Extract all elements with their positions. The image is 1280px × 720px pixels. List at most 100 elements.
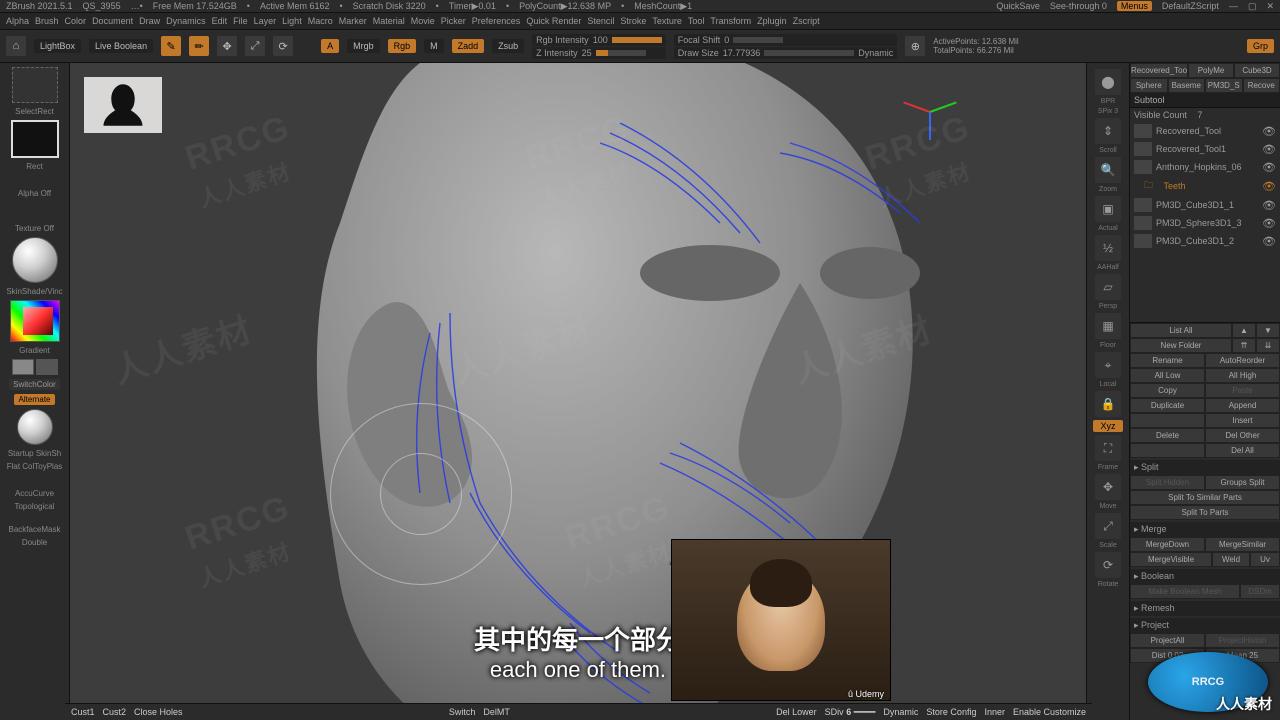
accucurve[interactable]: AccuCurve (15, 489, 54, 498)
menu-brush[interactable]: Brush (35, 16, 59, 26)
draw-size-slider[interactable]: Draw Size 17.77936Dynamic (674, 47, 898, 59)
insert-button[interactable]: Insert (1205, 413, 1280, 428)
backface-mask[interactable]: BackfaceMask (8, 525, 60, 534)
append-button[interactable]: Append (1205, 398, 1280, 413)
min-icon[interactable]: — (1229, 1, 1238, 11)
color-picker[interactable] (10, 300, 60, 342)
viewport[interactable]: RRCG人人素材 RRCG人人素材 RRCG人人素材 人人素材 人人素材 人人素… (70, 63, 1086, 720)
menus-button[interactable]: Menus (1117, 1, 1152, 11)
z-intensity-slider[interactable]: Z Intensity 25 (532, 47, 666, 59)
zadd-button[interactable]: Zadd (452, 39, 485, 53)
rename-button[interactable]: Rename (1130, 353, 1205, 368)
persp-icon[interactable]: ▱ (1095, 274, 1121, 300)
rot3d-icon[interactable]: ⟳ (1095, 552, 1121, 578)
move3d-icon[interactable]: ✥ (1095, 474, 1121, 500)
floor-icon[interactable]: ▦ (1095, 313, 1121, 339)
tool-thumb-row[interactable]: Recovered_TooPolyMeCube3D (1130, 63, 1280, 78)
double[interactable]: Double (22, 538, 47, 547)
menu-edit[interactable]: Edit (212, 16, 228, 26)
close-icon[interactable]: ✕ (1266, 1, 1274, 12)
menu-zscript[interactable]: Zscript (793, 16, 820, 26)
local-icon[interactable]: ⌖ (1095, 352, 1121, 378)
cust1-button[interactable]: Cust1 (71, 707, 95, 717)
switch-color[interactable]: SwitchColor (9, 379, 60, 390)
menu-preferences[interactable]: Preferences (472, 16, 521, 26)
main-color[interactable] (12, 359, 34, 375)
home-icon[interactable]: ⌂ (6, 36, 26, 56)
alpha-off[interactable]: Alpha Off (18, 189, 51, 198)
axis-gizmo[interactable] (896, 77, 966, 147)
menu-transform[interactable]: Transform (710, 16, 751, 26)
list-all-button[interactable]: List All (1130, 323, 1232, 338)
lightbox-button[interactable]: LightBox (34, 39, 81, 53)
startup-mat[interactable] (17, 409, 53, 445)
del-other-button[interactable]: Del Other (1205, 428, 1280, 443)
menu-marker[interactable]: Marker (339, 16, 367, 26)
topological[interactable]: Topological (14, 502, 54, 511)
inner-button[interactable]: Inner (984, 707, 1005, 717)
aahalf-icon[interactable]: ½ (1095, 235, 1121, 261)
secondary-color[interactable] (36, 359, 58, 375)
menu-stroke[interactable]: Stroke (620, 16, 646, 26)
copy-button[interactable]: Copy (1130, 383, 1205, 398)
cust2-button[interactable]: Cust2 (103, 707, 127, 717)
max-icon[interactable]: ▢ (1248, 1, 1257, 12)
edit-button[interactable]: ✎ (161, 36, 181, 56)
select-rect[interactable] (12, 67, 58, 103)
menu-stencil[interactable]: Stencil (587, 16, 614, 26)
autoreorder-button[interactable]: AutoReorder (1205, 353, 1280, 368)
m-button[interactable]: M (424, 39, 444, 53)
lock-icon[interactable]: 🔒 (1095, 391, 1121, 417)
delmt-button[interactable]: DelMT (483, 707, 510, 717)
menu-material[interactable]: Material (373, 16, 405, 26)
scroll-icon[interactable]: ⇕ (1095, 118, 1121, 144)
switch-button[interactable]: Switch (449, 707, 476, 717)
menu-alpha[interactable]: Alpha (6, 16, 29, 26)
zsub-button[interactable]: Zsub (492, 39, 524, 53)
dellower-button[interactable]: Del Lower (776, 707, 817, 717)
rgb-intensity-slider[interactable]: Rgb Intensity 100 (532, 34, 666, 46)
menu-macro[interactable]: Macro (308, 16, 333, 26)
reference-thumb[interactable] (84, 77, 162, 133)
material-sphere[interactable] (12, 237, 58, 283)
default-zscript[interactable]: DefaultZScript (1162, 1, 1219, 11)
liveboolean-button[interactable]: Live Boolean (89, 39, 153, 53)
all-high-button[interactable]: All High (1205, 368, 1280, 383)
see-through[interactable]: See-through 0 (1050, 1, 1107, 11)
del-all-button[interactable]: Del All (1205, 443, 1280, 458)
menu-color[interactable]: Color (65, 16, 87, 26)
focal-shift-slider[interactable]: Focal Shift 0 (674, 34, 898, 46)
subtool-header[interactable]: Subtool (1130, 93, 1280, 108)
grp-button[interactable]: Grp (1247, 39, 1274, 53)
menu-picker[interactable]: Picker (441, 16, 466, 26)
xyz-toggle[interactable]: Xyz (1093, 420, 1123, 432)
draw-button[interactable]: ✏ (189, 36, 209, 56)
delete-button[interactable]: Delete (1130, 428, 1205, 443)
bpr-button[interactable]: ⬤ (1095, 69, 1121, 95)
menu-movie[interactable]: Movie (411, 16, 435, 26)
menu-tool[interactable]: Tool (688, 16, 705, 26)
menu-layer[interactable]: Layer (254, 16, 277, 26)
menu-file[interactable]: File (233, 16, 248, 26)
gizmo-icon[interactable]: ⊕ (905, 36, 925, 56)
menu-light[interactable]: Light (282, 16, 302, 26)
alternate[interactable]: Alternate (14, 394, 54, 405)
move-tool[interactable]: ✥ (217, 36, 237, 56)
rect-brush[interactable] (11, 120, 59, 158)
a-button[interactable]: A (321, 39, 339, 53)
texture-off[interactable]: Texture Off (15, 224, 54, 233)
scale3d-icon[interactable]: ⤢ (1095, 513, 1121, 539)
paste-button[interactable]: Paste (1205, 383, 1280, 398)
enablecust-button[interactable]: Enable Customize (1013, 707, 1086, 717)
menu-document[interactable]: Document (92, 16, 133, 26)
menu-draw[interactable]: Draw (139, 16, 160, 26)
subtool-list[interactable]: Recovered_Tool👁 Recovered_Tool1👁 Anthony… (1130, 122, 1280, 323)
quicksave[interactable]: QuickSave (996, 1, 1040, 11)
rgb-button[interactable]: Rgb (388, 39, 417, 53)
menu-dynamics[interactable]: Dynamics (166, 16, 206, 26)
eye-icon[interactable]: 👁 (1262, 125, 1276, 138)
closeholes-button[interactable]: Close Holes (134, 707, 183, 717)
mrgb-button[interactable]: Mrgb (347, 39, 380, 53)
sdiv-slider[interactable]: SDiv 6 ━━━━ (825, 707, 876, 718)
zoom-icon[interactable]: 🔍 (1095, 157, 1121, 183)
